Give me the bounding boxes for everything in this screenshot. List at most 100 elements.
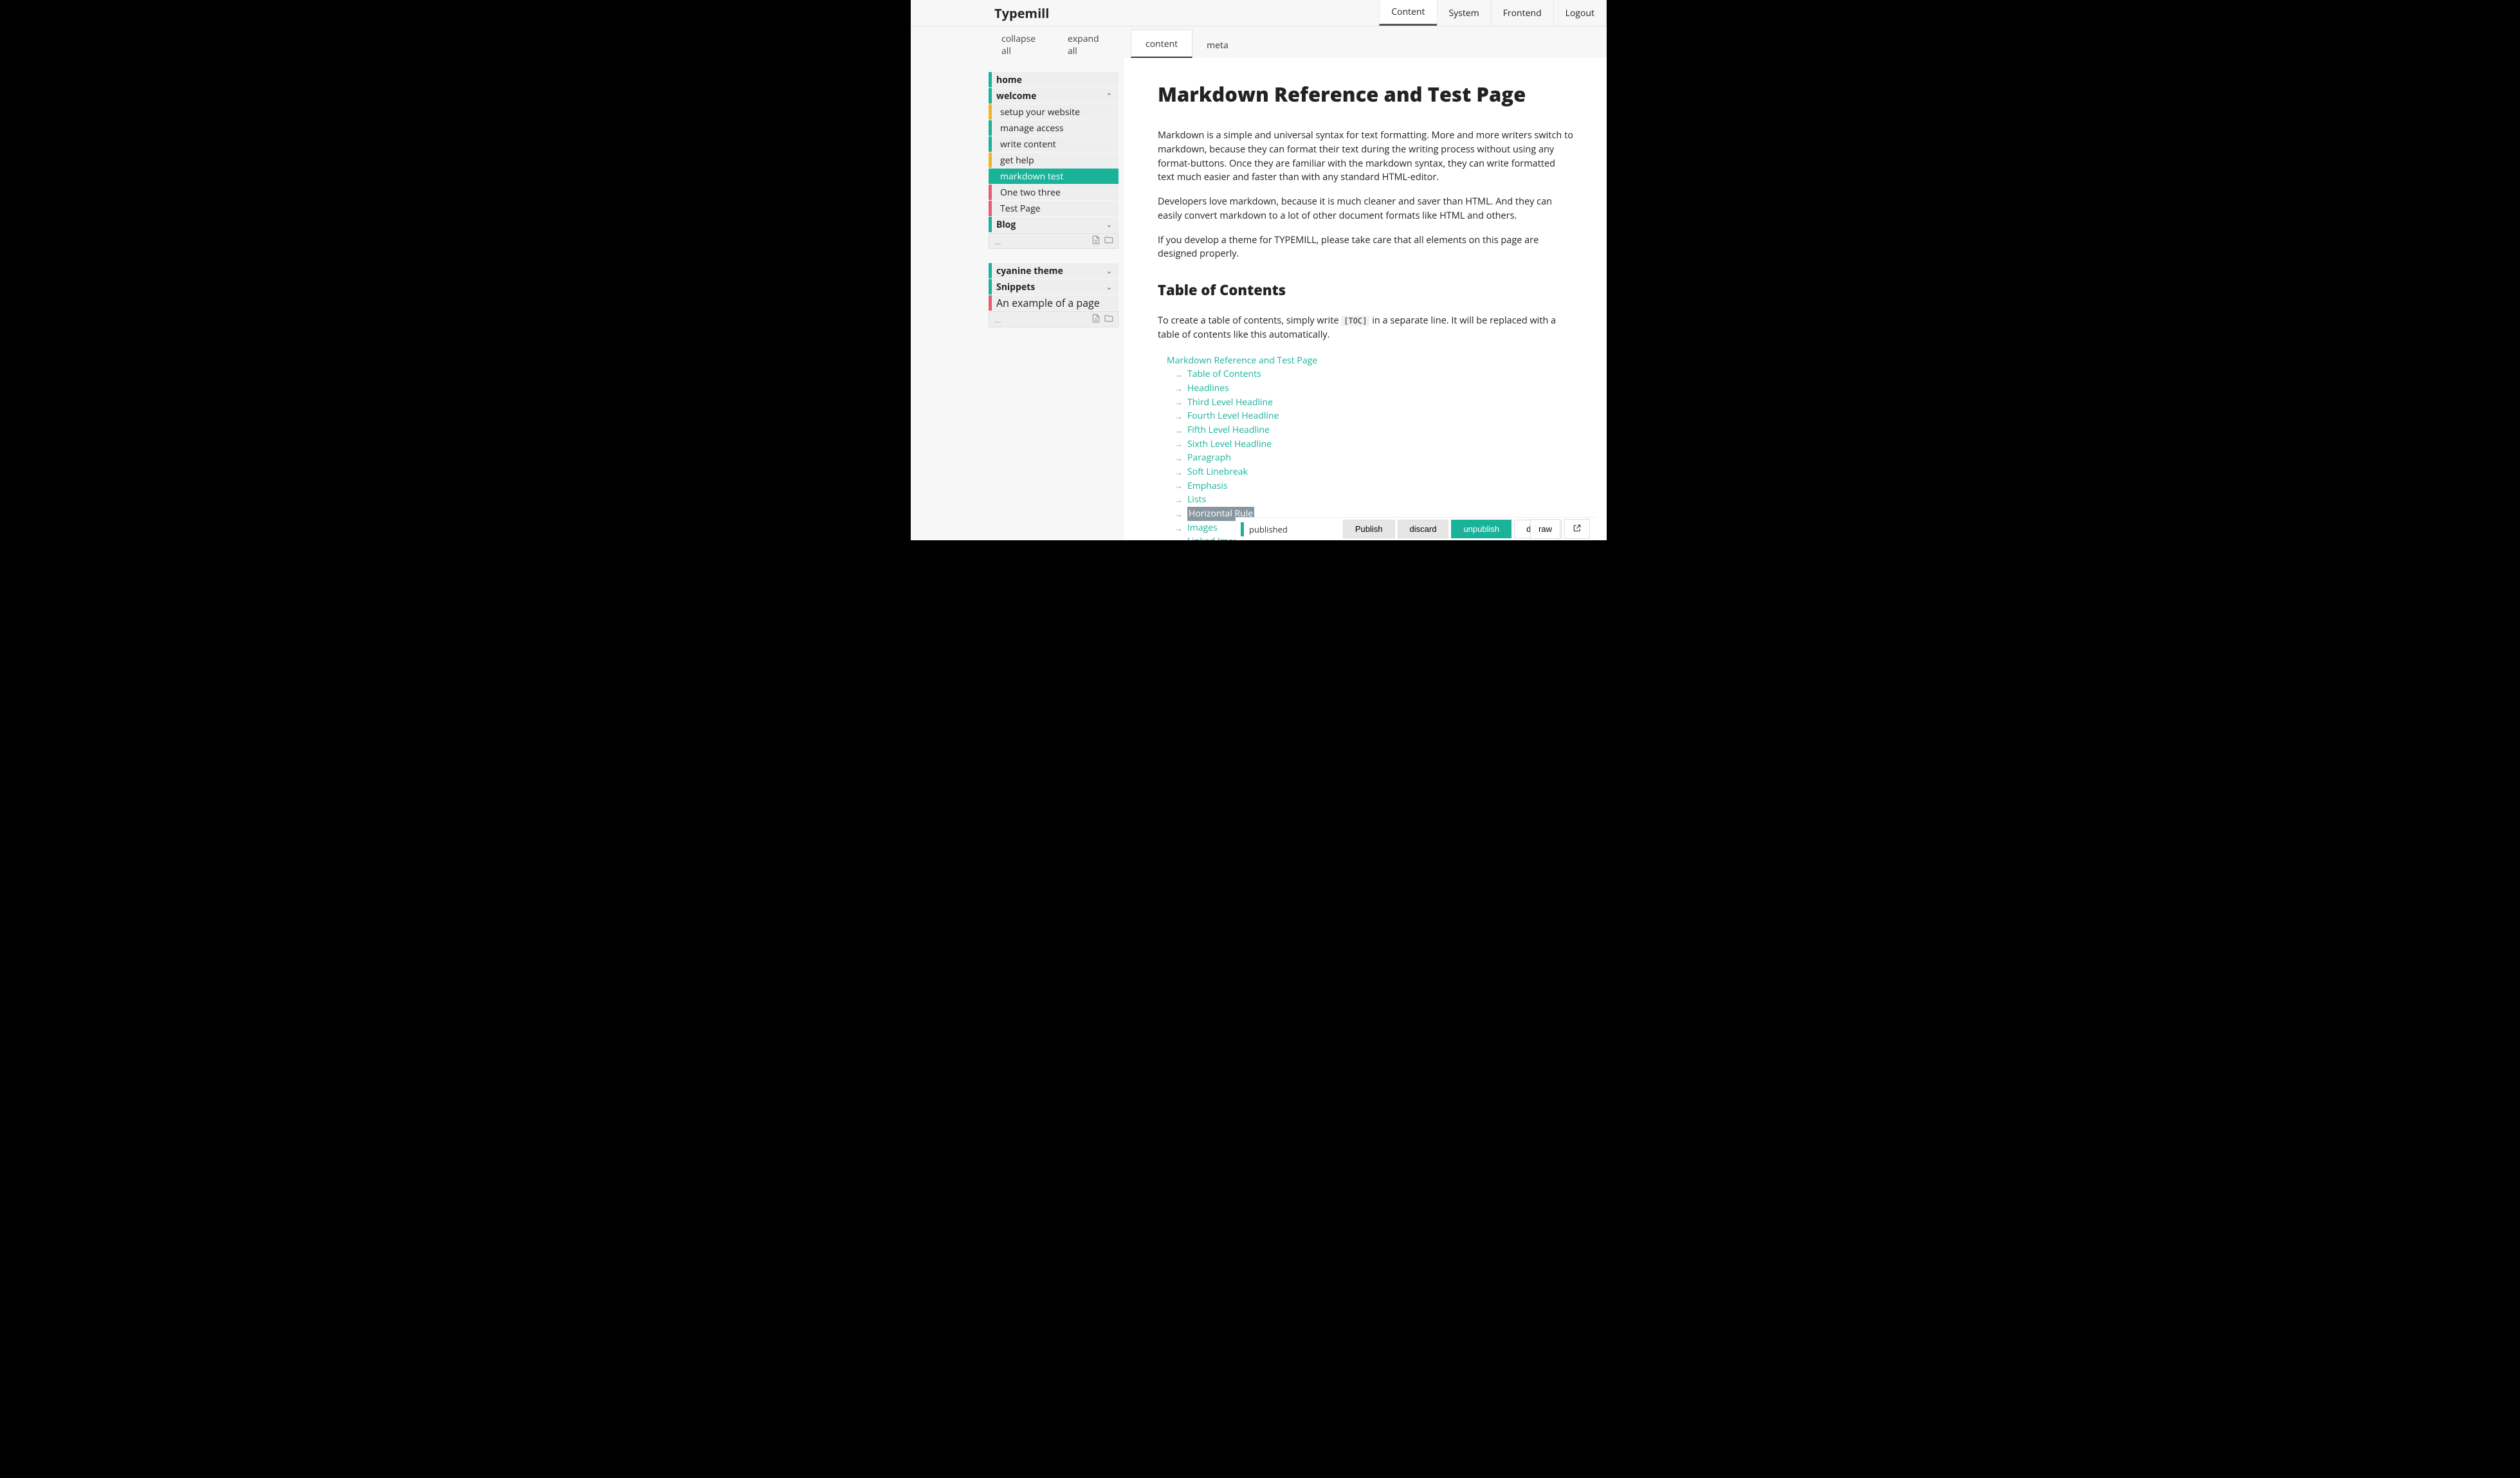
status-color-bar [989, 152, 992, 168]
status-color-bar [989, 279, 992, 295]
status-color-bar [989, 120, 992, 136]
arrow-right-icon: → [1174, 493, 1183, 506]
toc-link[interactable]: Markdown Reference and Test Page [1167, 354, 1317, 368]
nav-item[interactable]: home [989, 72, 1118, 88]
nav-item[interactable]: cyanine theme ⌄ [989, 263, 1118, 279]
status-color-bar [989, 72, 992, 87]
arrow-right-icon: → [1174, 522, 1183, 534]
status-color-bar [989, 185, 992, 200]
nav-label: get help [996, 154, 1034, 167]
chevron-down-icon[interactable]: ⌄ [1106, 266, 1112, 276]
toc-code: [TOC] [1341, 316, 1369, 326]
nav-label: markdown test [996, 170, 1063, 183]
nav-label: An example of a page [996, 296, 1100, 310]
toc-link[interactable]: Third Level Headline [1187, 396, 1273, 410]
arrow-right-icon: → [1174, 535, 1183, 540]
topnav-logout[interactable]: Logout [1553, 0, 1607, 26]
toc-link[interactable]: Paragraph [1187, 451, 1231, 465]
tab-content[interactable]: content [1131, 30, 1192, 58]
topnav-frontend[interactable]: Frontend [1491, 0, 1553, 26]
nav-item[interactable]: write content [989, 136, 1118, 152]
toc-item: → Soft Linebreak [1167, 465, 1573, 479]
arrow-right-icon: → [1174, 410, 1183, 423]
arrow-right-icon: → [1174, 452, 1183, 464]
nav-label: write content [996, 138, 1056, 151]
toc-link[interactable]: Sixth Level Headline [1187, 437, 1272, 452]
status-color-bar [989, 88, 992, 104]
nav-item[interactable]: setup your website [989, 104, 1118, 120]
nav-label: manage access [996, 122, 1064, 134]
publish-status: published [1249, 524, 1288, 535]
unpublish-button[interactable]: unpublish [1451, 520, 1511, 538]
nav-label: Test Page [996, 203, 1041, 215]
nav-label: welcome [996, 90, 1036, 102]
arrow-right-icon: → [1174, 437, 1183, 450]
paragraph: If you develop a theme for TYPEMILL, ple… [1158, 233, 1573, 262]
add-page-row[interactable]: ... [989, 233, 1118, 249]
editor-tabs: content meta [1124, 26, 1607, 58]
topbar: Typemill ContentSystemFrontendLogout [911, 0, 1607, 26]
discard-button[interactable]: discard [1398, 520, 1449, 538]
nav-label: cyanine theme [996, 265, 1063, 277]
nav-item[interactable]: get help [989, 152, 1118, 169]
chevron-down-icon[interactable]: ⌄ [1106, 220, 1112, 230]
toc-link[interactable]: Fourth Level Headline [1187, 409, 1279, 423]
toc-item: →Emphasis [1167, 479, 1573, 493]
status-color-bar [989, 201, 992, 216]
toc-link[interactable]: Headlines [1187, 381, 1229, 396]
nav-label: Snippets [996, 281, 1035, 293]
nav-item[interactable]: Snippets ⌄ [989, 279, 1118, 295]
file-icon[interactable] [1091, 313, 1101, 326]
nav-item[interactable]: An example of a page [989, 295, 1118, 311]
folder-icon[interactable] [1104, 235, 1114, 248]
toc-link[interactable]: Emphasis [1187, 479, 1228, 493]
nav-item[interactable]: Test Page [989, 201, 1118, 217]
add-page-row-2[interactable]: ... [989, 311, 1118, 327]
nav-label: setup your website [996, 106, 1080, 118]
toc-item: → Lists [1167, 493, 1573, 507]
editor-pane: Markdown Reference and Test Page Markdow… [1124, 58, 1607, 540]
toc-item: → Paragraph [1167, 451, 1573, 465]
expand-all-button[interactable]: expand all [1055, 28, 1118, 62]
nav-item[interactable]: Blog ⌄ [989, 217, 1118, 233]
app-logo: Typemill [994, 5, 1049, 22]
topnav-content[interactable]: Content [1379, 0, 1436, 26]
nav-item[interactable]: markdown test [989, 169, 1118, 185]
paragraph: Markdown is a simple and universal synta… [1158, 129, 1573, 185]
toc-link[interactable]: Lists [1187, 493, 1206, 507]
add-placeholder: ... [994, 314, 1001, 325]
nav-item[interactable]: welcome ⌃ [989, 88, 1118, 104]
top-nav: ContentSystemFrontendLogout [1379, 0, 1607, 26]
file-icon[interactable] [1091, 235, 1101, 248]
toc-link[interactable]: Images [1187, 521, 1218, 535]
toc-item: → Fourth Level Headline [1167, 409, 1573, 423]
nav-item[interactable]: One two three [989, 185, 1118, 201]
nav-label: Blog [996, 219, 1016, 231]
toc-link[interactable]: Soft Linebreak [1187, 465, 1248, 479]
arrow-right-icon: → [1174, 396, 1183, 408]
raw-button[interactable]: raw [1530, 519, 1560, 539]
status-color-bar [989, 263, 992, 278]
chevron-up-icon[interactable]: ⌃ [1106, 91, 1112, 101]
publish-button[interactable]: Publish [1343, 520, 1395, 538]
sidebar: collapse all expand all home welcome ⌃ setu… [911, 26, 1124, 540]
status-color-bar [989, 136, 992, 152]
add-placeholder: ... [994, 235, 1001, 247]
arrow-right-icon: → [1174, 424, 1183, 437]
arrow-right-icon: → [1174, 466, 1183, 479]
toc-item: → Sixth Level Headline [1167, 437, 1573, 452]
toc-item: →Table of Contents [1167, 367, 1573, 381]
nav-label: home [996, 74, 1022, 86]
toc-link[interactable]: Table of Contents [1187, 367, 1261, 381]
status-color-bar [989, 217, 992, 232]
folder-icon[interactable] [1104, 313, 1114, 326]
chevron-down-icon[interactable]: ⌄ [1106, 282, 1112, 292]
table-of-contents: Markdown Reference and Test Page→Table o… [1158, 354, 1573, 541]
open-external-button[interactable] [1564, 519, 1590, 539]
topnav-system[interactable]: System [1437, 0, 1491, 26]
toc-link[interactable]: Fifth Level Headline [1187, 423, 1270, 437]
tab-meta[interactable]: meta [1192, 31, 1243, 58]
nav-item[interactable]: manage access [989, 120, 1118, 136]
toc-item: →Headlines [1167, 381, 1573, 396]
collapse-all-button[interactable]: collapse all [989, 28, 1055, 62]
